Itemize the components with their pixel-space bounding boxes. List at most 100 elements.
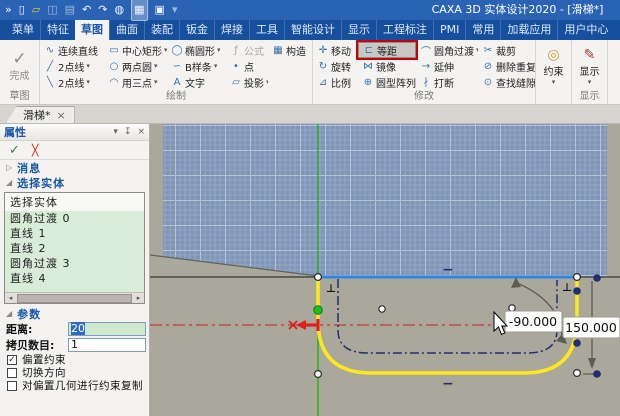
- redo-icon[interactable]: ↷: [98, 0, 107, 20]
- checkbox-unchecked-icon[interactable]: [7, 367, 17, 378]
- document-tab[interactable]: 滑梯* ×: [6, 106, 75, 123]
- tab-smart-design[interactable]: 智能设计: [284, 20, 341, 40]
- scroll-left-icon[interactable]: ◂: [5, 294, 16, 302]
- break-button[interactable]: ∤ 打断: [416, 75, 478, 90]
- scrollbar-thumb[interactable]: [17, 293, 132, 303]
- tab-sheetmetal[interactable]: 钣金: [179, 20, 214, 40]
- new-file-icon[interactable]: ▯: [19, 0, 25, 20]
- tab-tools[interactable]: 工具: [249, 20, 284, 40]
- find-gap-button[interactable]: ⊙ 查找缝隙: [478, 75, 535, 90]
- cancel-button[interactable]: ╳: [32, 144, 39, 157]
- project-icon: ▱: [232, 76, 240, 88]
- vertex-marker[interactable]: [572, 369, 581, 378]
- offset-endpoint-marker[interactable]: [593, 274, 601, 282]
- finish-button[interactable]: ✓ 完成: [10, 42, 30, 91]
- trim-button[interactable]: ✂ 裁剪: [478, 43, 535, 58]
- two-point-line2-button[interactable]: ╲ 2点线 ▾: [40, 75, 104, 90]
- tab-addins[interactable]: 加载应用: [500, 20, 557, 40]
- constraint-button[interactable]: ◎ 约束 ▾: [544, 42, 564, 91]
- list-item[interactable]: 圆角过渡 0: [5, 211, 144, 226]
- apply-button[interactable]: ✓: [9, 143, 20, 158]
- save-icon[interactable]: ◫: [47, 0, 57, 20]
- vertex-marker[interactable]: [314, 370, 323, 379]
- extend-button[interactable]: → 延伸: [416, 59, 478, 74]
- sketch-viewport[interactable]: ⊥ ⊥ − − -90.000 150.000: [149, 124, 620, 416]
- rotate-button[interactable]: ↻ 旋转: [313, 59, 358, 74]
- customize-chevrons-icon[interactable]: »: [5, 0, 12, 20]
- horizontal-scrollbar[interactable]: ◂ ▸: [5, 292, 144, 303]
- display-button[interactable]: ✎ 显示 ▾: [580, 42, 600, 91]
- panel-close-icon[interactable]: ×: [137, 127, 145, 137]
- tab-annotation[interactable]: 工程标注: [376, 20, 433, 40]
- print-icon[interactable]: ▤: [65, 0, 75, 20]
- arc-center-marker[interactable]: [508, 304, 516, 312]
- center-rect-button[interactable]: ▭ 中心矩形 ▾: [104, 43, 167, 58]
- offset-endpoint-marker[interactable]: [593, 370, 601, 378]
- checkbox-unchecked-icon[interactable]: [7, 380, 17, 391]
- tab-surface[interactable]: 曲面: [109, 20, 144, 40]
- panel-pin-icon[interactable]: ↧: [124, 127, 132, 137]
- offset-endpoint-marker[interactable]: [573, 339, 581, 347]
- tab-display[interactable]: 显示: [341, 20, 376, 40]
- delete-duplicate-icon: ⊘: [483, 60, 493, 72]
- list-item[interactable]: 直线 4: [5, 271, 144, 286]
- document-close-icon[interactable]: ×: [57, 109, 66, 122]
- distance-input[interactable]: 20: [68, 322, 146, 336]
- constraint-copy-row[interactable]: 对偏置几何进行约束复制: [0, 379, 149, 392]
- tab-pmi[interactable]: PMI: [433, 20, 465, 40]
- qat-more-icon[interactable]: ▾: [172, 0, 178, 20]
- tab-weld[interactable]: 焊接: [214, 20, 249, 40]
- move-button[interactable]: ✛ 移动: [313, 43, 358, 58]
- copy-count-input[interactable]: 1: [68, 338, 146, 352]
- sketch-canvas[interactable]: ⊥ ⊥ − − -90.000 150.000: [149, 124, 620, 416]
- vertex-marker[interactable]: [314, 273, 323, 282]
- panel-dropdown-icon[interactable]: ▾: [113, 127, 118, 137]
- list-item[interactable]: 圆角过渡 3: [5, 256, 144, 271]
- project-button[interactable]: ▱ 投影 ▾: [226, 75, 268, 90]
- tab-user-center[interactable]: 用户中心: [557, 20, 614, 40]
- section-message[interactable]: ▷ 消息: [0, 160, 149, 175]
- point-button[interactable]: • 点: [226, 59, 268, 74]
- selected-entities-list[interactable]: 选择实体 圆角过渡 0 直线 1 直线 2 圆角过渡 3 直线 4 ◂ ▸: [4, 192, 145, 304]
- list-item[interactable]: 直线 1: [5, 226, 144, 241]
- open-file-icon[interactable]: ▱: [32, 0, 40, 20]
- ribbon-tab-bar: 菜单 特征 草图 曲面 装配 钣金 焊接 工具 智能设计 显示 工程标注 PMI…: [0, 20, 620, 40]
- render-sphere-icon[interactable]: ◍: [115, 0, 125, 20]
- tab-feature[interactable]: 特征: [40, 20, 75, 40]
- two-point-line-button[interactable]: ╱ 2点线 ▾: [40, 59, 104, 74]
- text-icon: A: [173, 76, 181, 88]
- two-point-circle-button[interactable]: ○ 两点圆 ▾: [104, 59, 167, 74]
- fillet-button[interactable]: ⌒ 圆角过渡 ▾: [416, 43, 478, 58]
- camera-icon[interactable]: ▣: [155, 0, 165, 20]
- text-button[interactable]: A 文字: [167, 75, 226, 90]
- mirror-button[interactable]: ⋈ 镜像: [358, 59, 416, 74]
- perpendicular-constraint-icon: ⊥: [326, 282, 336, 295]
- list-item[interactable]: 直线 2: [5, 241, 144, 256]
- offset-button[interactable]: ⊏ 等距: [356, 40, 418, 60]
- scroll-right-icon[interactable]: ▸: [133, 294, 144, 302]
- delete-duplicate-button[interactable]: ⊘ 删除重复: [478, 59, 535, 74]
- tab-common[interactable]: 常用: [465, 20, 500, 40]
- window-title: CAXA 3D 实体设计2020 - [滑梯*]: [431, 3, 604, 16]
- section-params[interactable]: ◢ 参数: [0, 306, 149, 321]
- tab-sketch[interactable]: 草图: [75, 20, 109, 40]
- section-select-entity[interactable]: ◢ 选择实体: [0, 175, 149, 190]
- checkbox-checked-icon[interactable]: ✓: [7, 354, 17, 365]
- active-point-marker[interactable]: [313, 305, 323, 315]
- polyline-button[interactable]: ∿ 连续直线: [40, 43, 104, 58]
- circular-pattern-button[interactable]: ⊕圆型阵列▾: [358, 75, 416, 90]
- grid-snap-icon[interactable]: ▦: [131, 0, 148, 21]
- tab-menu[interactable]: 菜单: [6, 20, 40, 40]
- perpendicular-constraint-icon: ⊥: [562, 281, 572, 294]
- offset-endpoint-marker[interactable]: [573, 287, 581, 295]
- scale-button[interactable]: ⊿ 比例: [313, 75, 358, 90]
- three-point-arc-button[interactable]: ◠ 用三点 ▾: [104, 75, 167, 90]
- construction-button[interactable]: ▦ 构造: [268, 43, 312, 58]
- ellipse-button[interactable]: ◯ 椭圆形 ▾: [167, 43, 226, 58]
- vertex-marker[interactable]: [572, 273, 581, 282]
- undo-icon[interactable]: ↶: [82, 0, 91, 20]
- formula-button[interactable]: ƒ 公式: [226, 43, 268, 58]
- bspline-button[interactable]: ∽ B样条 ▾: [167, 59, 226, 74]
- arc-center-marker[interactable]: [378, 305, 386, 313]
- tab-assembly[interactable]: 装配: [144, 20, 179, 40]
